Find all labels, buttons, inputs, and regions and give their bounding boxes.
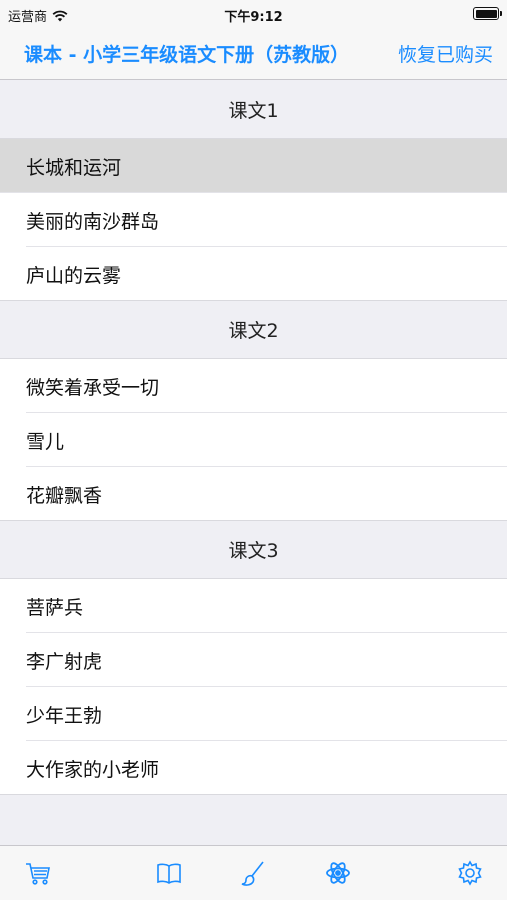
status-bar: 运营商 下午9:12: [0, 0, 507, 28]
gear-icon: [458, 860, 482, 886]
list-item[interactable]: 花瓣飘香: [0, 467, 507, 521]
tab-settings[interactable]: [455, 858, 485, 888]
navigation-bar: 课本 - 小学三年级语文下册（苏教版） 恢复已购买: [0, 28, 507, 80]
list-item[interactable]: 雪儿: [0, 413, 507, 467]
brush-icon: [241, 861, 264, 886]
list-item[interactable]: 菩萨兵: [0, 579, 507, 633]
book-icon: [157, 863, 181, 884]
tab-textbook[interactable]: [154, 858, 184, 888]
list-item[interactable]: 李广射虎: [0, 633, 507, 687]
list-item[interactable]: 长城和运河: [0, 139, 507, 193]
list-item[interactable]: 美丽的南沙群岛: [0, 193, 507, 247]
tab-explore[interactable]: [323, 858, 353, 888]
tab-shop[interactable]: [23, 858, 53, 888]
restore-purchases-button[interactable]: 恢复已购买: [398, 40, 493, 67]
tab-practice[interactable]: [238, 858, 268, 888]
atom-icon: [326, 862, 350, 884]
list-item[interactable]: 大作家的小老师: [0, 741, 507, 795]
list-item[interactable]: 少年王勃: [0, 687, 507, 741]
section-header: 课文2: [0, 301, 507, 359]
tab-bar: [0, 845, 507, 900]
status-time: 下午9:12: [224, 10, 283, 25]
list-item[interactable]: 微笑着承受一切: [0, 359, 507, 413]
list-footer-spacer: [0, 795, 507, 815]
page-title: 课本 - 小学三年级语文下册（苏教版）: [24, 44, 350, 66]
section-header: 课文1: [0, 81, 507, 139]
list-item[interactable]: 庐山的云雾: [0, 247, 507, 301]
section-header: 课文3: [0, 521, 507, 579]
lesson-list[interactable]: 课文1 长城和运河 美丽的南沙群岛 庐山的云雾 课文2 微笑着承受一切 雪儿 花…: [0, 81, 507, 845]
battery-icon: [473, 7, 502, 20]
cart-icon: [26, 863, 50, 885]
